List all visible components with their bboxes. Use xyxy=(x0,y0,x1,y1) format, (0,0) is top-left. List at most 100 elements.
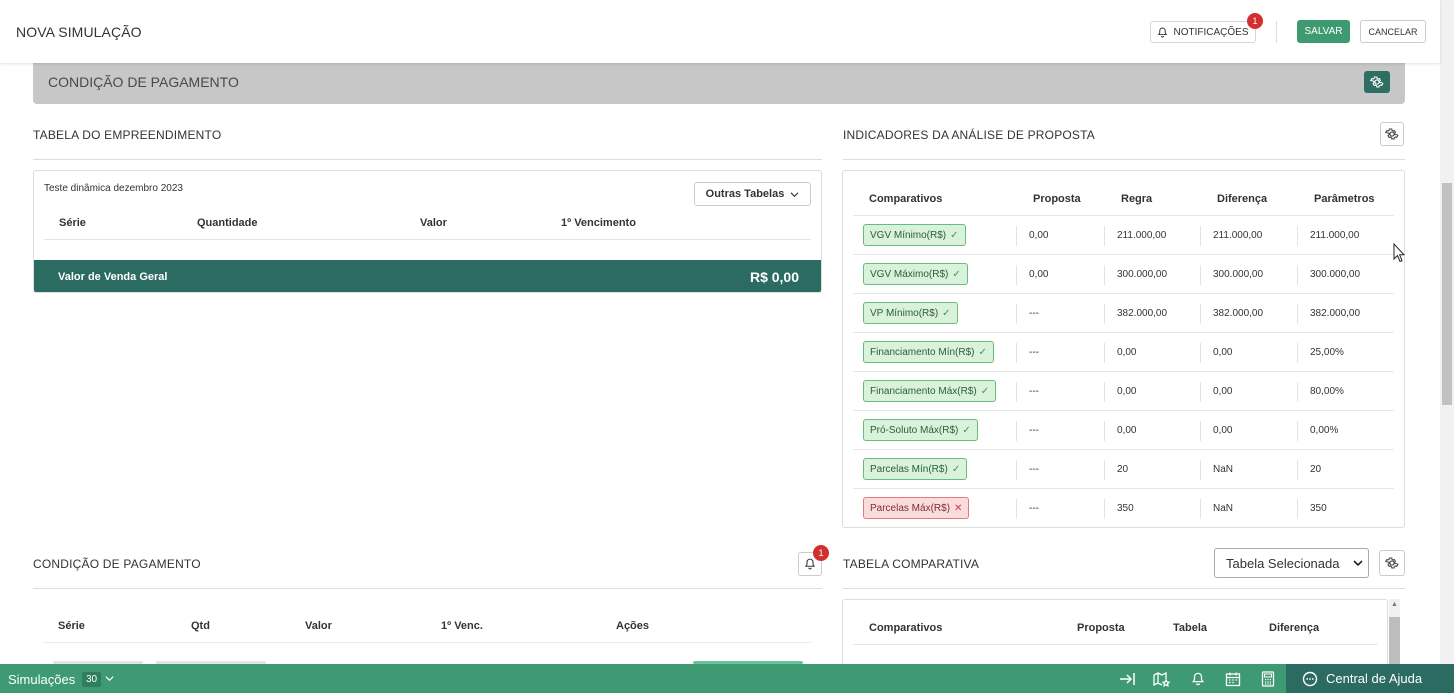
gear-icon xyxy=(1385,557,1399,569)
check-icon: ✓ xyxy=(952,268,961,280)
indicator-parametros: 382.000,00 xyxy=(1310,308,1361,319)
indicator-parametros: 20 xyxy=(1310,464,1322,475)
mouse-cursor-icon xyxy=(1393,243,1405,263)
scroll-up-icon[interactable]: ▲ xyxy=(1391,601,1398,608)
indicator-diferenca: NaN xyxy=(1213,464,1234,475)
indicator-regra: 0,00 xyxy=(1117,386,1137,397)
indicator-diferenca: 211.000,00 xyxy=(1213,230,1263,241)
save-button[interactable]: SALVAR xyxy=(1297,20,1350,43)
cell-divider xyxy=(1297,304,1298,324)
indicator-label: Financiamento Mín(R$) xyxy=(870,346,975,358)
indicator-parametros: 0,00% xyxy=(1310,425,1339,436)
notifications-label: NOTIFICAÇÕES xyxy=(1173,26,1249,38)
chat-icon xyxy=(1302,671,1318,686)
indicator-diferenca: NaN xyxy=(1213,503,1234,514)
calendar-icon[interactable] xyxy=(1223,669,1243,689)
comparative-scrollbar[interactable]: ▲ xyxy=(1389,599,1400,669)
cell-divider xyxy=(1297,499,1298,519)
notifications-button[interactable]: NOTIFICAÇÕES xyxy=(1150,21,1256,43)
check-icon: ✓ xyxy=(942,307,951,319)
comparative-divider xyxy=(843,588,1405,589)
cell-divider xyxy=(1297,265,1298,285)
check-icon: ✓ xyxy=(950,229,959,241)
cell-divider xyxy=(1200,265,1201,285)
indicator-status-badge: Financiamento Máx(R$) ✓ xyxy=(863,380,997,402)
indicator-proposta: --- xyxy=(1029,425,1039,436)
cell-divider xyxy=(1104,226,1105,246)
other-tables-dropdown[interactable]: Outras Tabelas xyxy=(694,182,811,206)
page-scrollbar[interactable] xyxy=(1440,0,1454,664)
comparative-header-diferenca: Diferença xyxy=(1269,622,1320,634)
indicators-card: Comparativos Proposta Regra Diferença Pa… xyxy=(842,170,1405,528)
indicator-parametros: 80,00% xyxy=(1310,386,1344,397)
condition-settings-button[interactable] xyxy=(1364,71,1390,93)
cell-divider xyxy=(1200,382,1201,402)
help-center-label: Central de Ajuda xyxy=(1326,671,1423,686)
cell-divider xyxy=(1200,499,1201,519)
column-header-proposta: Proposta xyxy=(1033,193,1081,205)
payment-title: CONDIÇÃO DE PAGAMENTO xyxy=(33,557,201,571)
simulations-count: 30 xyxy=(82,672,102,687)
collapse-arrow-icon[interactable] xyxy=(1118,669,1138,689)
indicator-label: VP Mínimo(R$) xyxy=(870,307,939,319)
indicators-settings-button[interactable] xyxy=(1380,122,1404,146)
empreendimento-divider xyxy=(33,159,822,160)
indicators-divider xyxy=(843,159,1405,160)
simulations-label[interactable]: Simulações xyxy=(8,672,75,687)
indicator-row: VGV Máximo(R$) ✓ 0,00 300.000,00 300.000,00 3… xyxy=(853,255,1394,294)
help-center-button[interactable]: Central de Ajuda xyxy=(1286,664,1454,693)
indicator-regra: 350 xyxy=(1117,503,1134,514)
column-header-comparativos: Comparativos xyxy=(869,193,943,205)
bell-icon[interactable] xyxy=(1188,669,1208,689)
map-star-icon[interactable] xyxy=(1152,669,1172,689)
chevron-down-icon[interactable] xyxy=(105,674,114,683)
payment-notifications-badge: 1 xyxy=(813,545,829,561)
cell-divider xyxy=(1200,421,1201,441)
indicator-diferenca: 0,00 xyxy=(1213,347,1233,358)
cancel-button[interactable]: CANCELAR xyxy=(1360,20,1426,43)
chevron-down-icon xyxy=(790,191,799,197)
cell-divider xyxy=(1016,460,1017,480)
payment-header-divider xyxy=(43,642,811,643)
cell-divider xyxy=(1016,499,1017,519)
cell-divider xyxy=(1016,343,1017,363)
indicator-label: VGV Máximo(R$) xyxy=(870,268,949,280)
table-header-divider xyxy=(44,239,811,240)
comparative-scroll-thumb[interactable] xyxy=(1389,617,1400,669)
indicator-label: VGV Mínimo(R$) xyxy=(870,229,947,241)
indicator-status-badge: VGV Máximo(R$) ✓ xyxy=(863,263,968,285)
cell-divider xyxy=(1016,226,1017,246)
cell-divider xyxy=(1104,382,1105,402)
indicators-title: INDICADORES DA ANÁLISE DE PROPOSTA xyxy=(843,128,1095,142)
column-header-serie: Série xyxy=(59,217,86,229)
cell-divider xyxy=(1104,265,1105,285)
indicator-parametros: 211.000,00 xyxy=(1310,230,1360,241)
indicator-row: Financiamento Máx(R$) ✓ --- 0,00 0,00 80,00% xyxy=(853,372,1394,411)
chevron-down-icon xyxy=(1353,560,1363,567)
payment-header-qtd: Qtd xyxy=(191,620,210,632)
indicator-status-badge: VP Mínimo(R$) ✓ xyxy=(863,302,958,324)
column-header-diferenca: Diferença xyxy=(1217,193,1268,205)
calculator-icon[interactable] xyxy=(1258,669,1278,689)
empreendimento-card: Teste dinâmica dezembro 2023 Outras Tabe… xyxy=(33,170,822,293)
indicator-proposta: --- xyxy=(1029,503,1039,514)
payment-condition-bar-label: CONDIÇÃO DE PAGAMENTO xyxy=(48,74,239,90)
cell-divider xyxy=(1016,304,1017,324)
table-name: Teste dinâmica dezembro 2023 xyxy=(44,183,183,194)
total-sale-bar: Valor de Venda Geral R$ 0,00 xyxy=(34,260,821,292)
indicator-proposta: 0,00 xyxy=(1029,269,1049,280)
column-header-vencimento: 1º Vencimento xyxy=(561,217,636,229)
indicator-status-badge: Financiamento Mín(R$) ✓ xyxy=(863,341,994,363)
indicator-diferenca: 300.000,00 xyxy=(1213,269,1264,280)
indicator-status-badge: Parcelas Mín(R$) ✓ xyxy=(863,458,968,480)
check-icon: ✓ xyxy=(951,463,961,475)
bottom-bar: Simulações 30 Central de Ajuda xyxy=(0,664,1454,693)
notifications-badge: 1 xyxy=(1247,13,1263,29)
table-select[interactable]: Tabela Selecionada xyxy=(1214,548,1369,578)
cell-divider xyxy=(1297,226,1298,246)
page-scroll-thumb[interactable] xyxy=(1442,183,1452,405)
cell-divider xyxy=(1104,499,1105,519)
cell-divider xyxy=(1104,304,1105,324)
comparative-settings-button[interactable] xyxy=(1379,550,1405,576)
cell-divider xyxy=(1200,343,1201,363)
